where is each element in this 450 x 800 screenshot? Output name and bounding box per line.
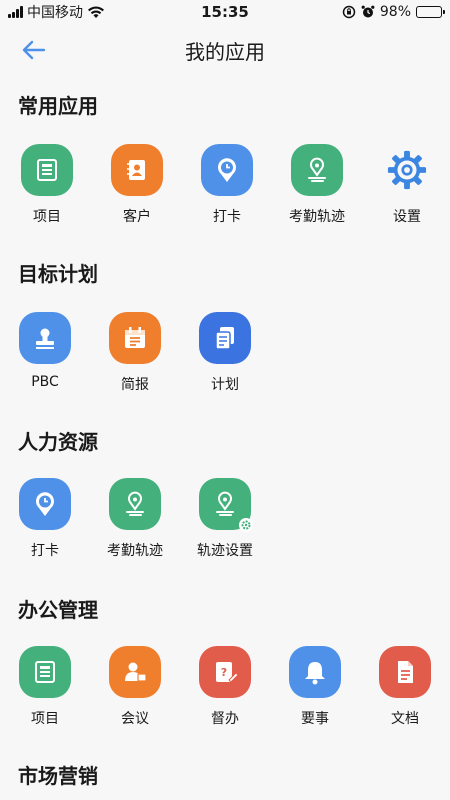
clock-in-icon — [19, 478, 71, 530]
app-label: 项目 — [31, 711, 59, 727]
section-title-goals-plans: 目标计划 — [18, 262, 98, 286]
small-gear-icon — [239, 518, 253, 532]
app-label: 会议 — [121, 711, 149, 727]
app-label: 客户 — [123, 209, 151, 225]
app-tile-attendance-track[interactable]: 考勤轨迹 — [272, 144, 362, 234]
status-right: 98% — [342, 4, 445, 20]
status-bar: 中国移动 15:35 98% — [0, 0, 450, 24]
app-label: 打卡 — [213, 209, 241, 225]
svg-text:?: ? — [221, 666, 227, 679]
supervise-icon: ? — [199, 646, 251, 698]
app-label: 轨迹设置 — [197, 543, 253, 559]
app-tile-settings[interactable]: 设置 — [362, 144, 450, 234]
alarm-icon — [361, 5, 375, 18]
app-label: PBC — [31, 374, 59, 390]
app-tile-clock-in-hr[interactable]: 打卡 — [0, 478, 90, 568]
app-label: 要事 — [301, 711, 329, 727]
section-title-office-management: 办公管理 — [18, 598, 98, 622]
app-label: 考勤轨迹 — [107, 543, 163, 559]
project-icon — [19, 646, 71, 698]
rotation-lock-icon — [342, 5, 356, 19]
app-tile-important-matters[interactable]: 要事 — [270, 646, 360, 736]
plan-documents-icon — [199, 312, 251, 364]
section-title-marketing: 市场营销 — [18, 764, 98, 788]
bell-icon — [289, 646, 341, 698]
app-tile-customer[interactable]: 客户 — [92, 144, 182, 234]
app-tile-attendance-track-hr[interactable]: 考勤轨迹 — [90, 478, 180, 568]
app-label: 简报 — [121, 377, 149, 393]
app-label: 计划 — [211, 377, 239, 393]
clock-in-icon — [201, 144, 253, 196]
app-label: 项目 — [33, 209, 61, 225]
section-title-common-apps: 常用应用 — [18, 94, 98, 118]
app-label: 考勤轨迹 — [289, 209, 345, 225]
app-tile-project-office[interactable]: 项目 — [0, 646, 90, 736]
app-tile-supervise[interactable]: ? 督办 — [180, 646, 270, 736]
project-icon — [21, 144, 73, 196]
app-grid-goals: PBC 简报 计划 — [0, 312, 450, 402]
app-tile-track-settings[interactable]: 轨迹设置 — [180, 478, 270, 568]
meeting-icon — [109, 646, 161, 698]
battery-percent: 98% — [379, 4, 411, 20]
attendance-track-icon — [109, 478, 161, 530]
app-label: 督办 — [211, 711, 239, 727]
app-label: 设置 — [393, 209, 421, 225]
page-title: 我的应用 — [185, 40, 265, 64]
nav-bar: 我的应用 — [0, 28, 450, 72]
section-title-human-resources: 人力资源 — [18, 430, 98, 454]
app-grid-common: 项目 客户 打卡 考勤轨迹 设置 — [0, 144, 450, 234]
app-tile-pbc[interactable]: PBC — [0, 312, 90, 402]
battery-icon — [416, 6, 445, 18]
attendance-track-icon — [291, 144, 343, 196]
app-tile-briefing[interactable]: 简报 — [90, 312, 180, 402]
customer-icon — [111, 144, 163, 196]
app-tile-clock-in[interactable]: 打卡 — [182, 144, 272, 234]
track-settings-icon — [199, 478, 253, 532]
briefing-calendar-icon — [109, 312, 161, 364]
stamp-icon — [19, 312, 71, 364]
document-icon — [379, 646, 431, 698]
app-tile-documents[interactable]: 文档 — [360, 646, 450, 736]
app-tile-meeting[interactable]: 会议 — [90, 646, 180, 736]
app-grid-hr: 打卡 考勤轨迹 轨迹设置 — [0, 478, 450, 568]
app-label: 打卡 — [31, 543, 59, 559]
app-tile-plan[interactable]: 计划 — [180, 312, 270, 402]
app-label: 文档 — [391, 711, 419, 727]
app-grid-office: 项目 会议 ? 督办 要事 文档 — [0, 646, 450, 736]
settings-gear-icon — [381, 144, 433, 196]
app-tile-project[interactable]: 项目 — [2, 144, 92, 234]
